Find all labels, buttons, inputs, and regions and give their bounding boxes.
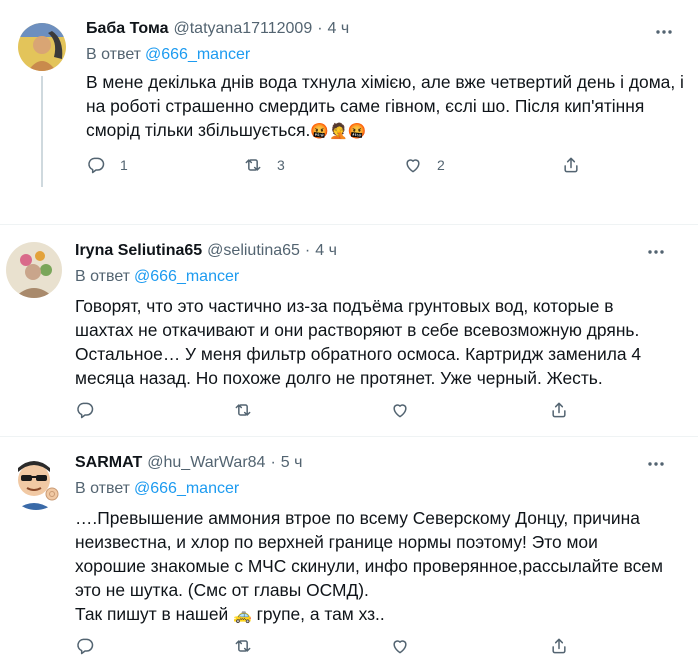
reply-icon [77,638,94,655]
reply-context: В ответ @666_mancer [75,268,239,286]
timestamp[interactable]: 5 ч [281,454,303,472]
sunglasses-ok-avatar-icon [8,454,64,510]
share-button[interactable] [549,400,569,420]
heart-icon [393,404,407,418]
share-icon [552,638,566,654]
separator-dot: · [317,20,323,37]
retweet-icon [235,640,251,652]
reply-mention-link[interactable]: @666_mancer [134,268,239,285]
separator-dot: · [304,242,311,259]
reply-button[interactable]: 1 [86,155,128,175]
user-handle[interactable]: @seliutina65 [207,242,300,260]
tweet-2[interactable]: Iryna Seliutina65 @seliutina65 · 4 ч В о… [0,225,698,435]
avatar[interactable] [6,242,62,298]
reply-button[interactable] [75,636,95,656]
timestamp[interactable]: 4 ч [328,20,350,38]
user-handle[interactable]: @hu_WarWar84 [147,454,265,472]
reply-icon [77,402,94,419]
ellipsis-icon [648,462,664,466]
retweet-button[interactable]: 3 [243,155,285,175]
timestamp[interactable]: 4 ч [315,242,337,260]
display-name[interactable]: Iryna Seliutina65 [75,242,202,260]
tweet-body-last-a: Так пишут в нашей [75,604,234,624]
heart-icon [406,159,420,173]
ellipsis-icon [656,30,672,34]
avatar[interactable] [8,454,64,510]
avatar[interactable] [18,23,66,71]
like-button[interactable] [390,400,410,420]
tweet-text: Говорят, что это частично из-за подъёма … [75,296,642,388]
display-name[interactable]: SARMAT [75,454,142,472]
tweet-body-last-b: групе, а там хз.. [251,604,385,624]
retweet-button[interactable] [233,400,253,420]
thread-line [41,76,43,187]
reply-prefix: В ответ [75,268,131,285]
share-button[interactable] [561,155,581,175]
reply-prefix: В ответ [86,46,142,63]
tweet-emoji: 🤬🤦🤬 [310,123,367,140]
ellipsis-icon [648,250,664,254]
reply-prefix: В ответ [75,480,131,497]
reply-context: В ответ @666_mancer [86,46,250,64]
yellow-blue-avatar-icon [18,23,66,71]
tweet-3[interactable]: SARMAT @hu_WarWar84 · 5 ч В ответ @666_ma… [0,437,698,668]
heart-icon [393,640,407,654]
more-options-button[interactable] [646,242,666,262]
user-handle[interactable]: @tatyana17112009 [173,20,312,38]
retweet-count: 3 [277,157,285,173]
retweet-icon [235,404,251,416]
reply-count: 1 [120,157,128,173]
floral-avatar-icon [6,242,62,298]
taxi-emoji: 🚕 [233,607,252,624]
retweet-button[interactable] [233,636,253,656]
like-button[interactable] [390,636,410,656]
tweet-text: ….Превышение аммония втрое по всему Севе… [75,506,687,628]
separator-dot: · [270,454,276,471]
retweet-icon [245,159,261,171]
share-icon [564,157,578,173]
display-name[interactable]: Баба Тома [86,20,168,38]
like-button[interactable]: 2 [403,155,445,175]
more-options-button[interactable] [654,22,674,42]
more-options-button[interactable] [646,454,666,474]
reply-button[interactable] [75,400,95,420]
share-button[interactable] [549,636,569,656]
tweet-1[interactable]: Баба Тома @tatyana17112009 · 4 ч В ответ… [0,0,698,200]
tweet-body: ….Превышение аммония втрое по всему Севе… [75,508,663,600]
tweet-body: В мене декілька днів вода тхнула хімією,… [86,72,684,140]
reply-context: В ответ @666_mancer [75,480,239,498]
reply-mention-link[interactable]: @666_mancer [145,46,250,63]
reply-mention-link[interactable]: @666_mancer [134,480,239,497]
like-count: 2 [437,157,445,173]
share-icon [552,402,566,418]
reply-icon [88,157,105,174]
tweet-text: В мене декілька днів вода тхнула хімією,… [86,70,686,144]
